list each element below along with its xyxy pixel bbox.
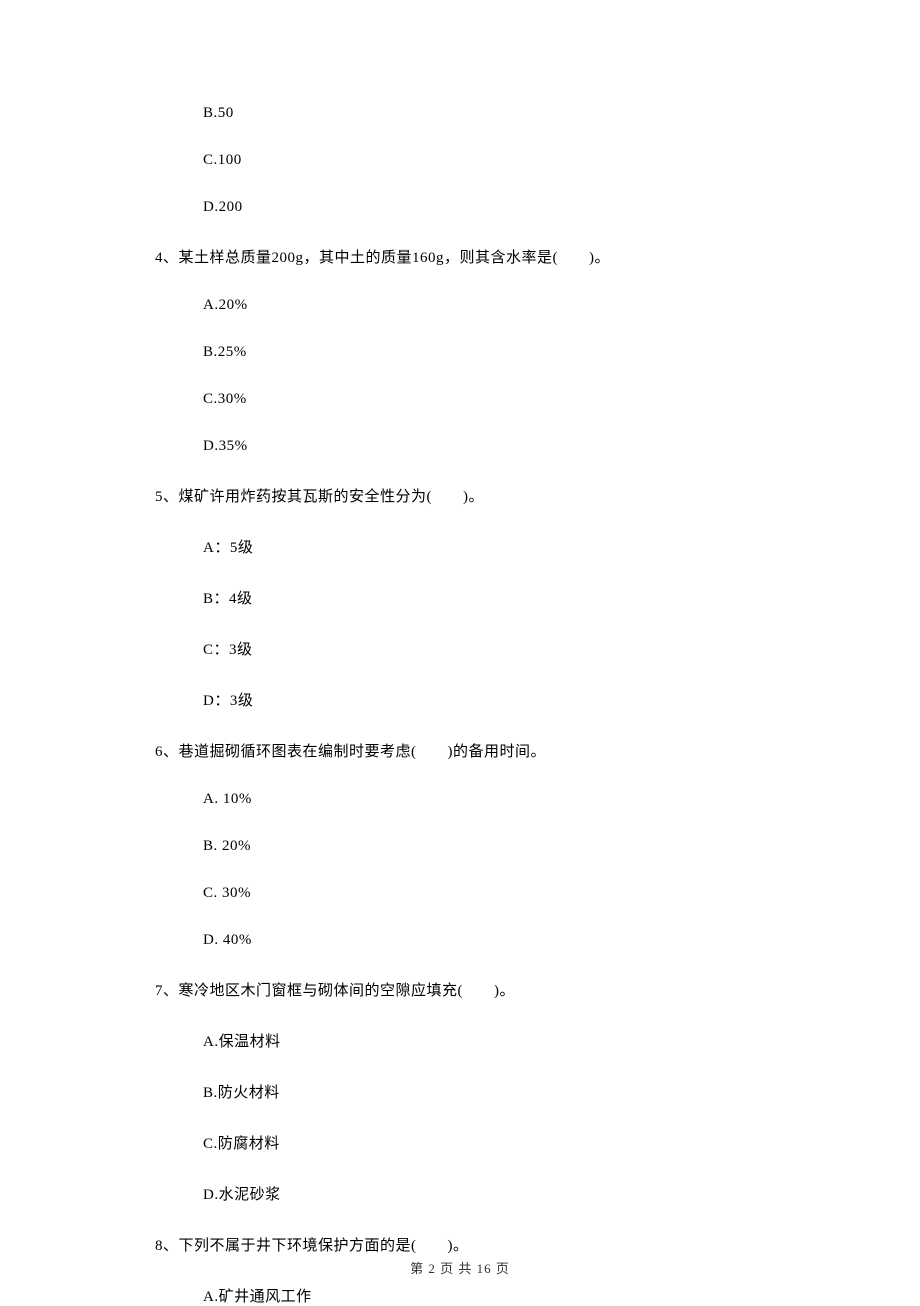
question-text: 某土样总质量200g，其中土的质量160g，则其含水率是( )。 <box>179 250 611 266</box>
page-footer: 第 2 页 共 16 页 <box>0 1258 920 1277</box>
option-item: A.20% <box>203 297 810 314</box>
option-item: B.防火材料 <box>203 1081 810 1102</box>
option-item: D.35% <box>203 438 810 455</box>
option-item: B.50 <box>203 105 810 122</box>
option-item: D. 40% <box>203 932 810 949</box>
question-number: 4、 <box>155 250 179 266</box>
option-item: D.水泥砂浆 <box>203 1183 810 1204</box>
question-text: 下列不属于井下环境保护方面的是( )。 <box>179 1238 469 1254</box>
question-text: 煤矿许用炸药按其瓦斯的安全性分为( )。 <box>179 489 485 505</box>
option-item: D：3级 <box>203 689 810 710</box>
question-number: 8、 <box>155 1238 179 1254</box>
question-4: 4、某土样总质量200g，其中土的质量160g，则其含水率是( )。 <box>155 246 810 267</box>
option-item: A. 10% <box>203 791 810 808</box>
option-item: A：5级 <box>203 536 810 557</box>
question-number: 6、 <box>155 744 179 760</box>
question-7: 7、寒冷地区木门窗框与砌体间的空隙应填充( )。 <box>155 979 810 1000</box>
option-item: A.矿井通风工作 <box>203 1285 810 1306</box>
question-number: 5、 <box>155 489 179 505</box>
page-content: B.50 C.100 D.200 4、某土样总质量200g，其中土的质量160g… <box>0 105 920 1306</box>
option-item: C：3级 <box>203 638 810 659</box>
option-item: C.防腐材料 <box>203 1132 810 1153</box>
question-text: 巷道掘砌循环图表在编制时要考虑( )的备用时间。 <box>179 744 547 760</box>
option-item: B：4级 <box>203 587 810 608</box>
option-item: B. 20% <box>203 838 810 855</box>
option-item: C.100 <box>203 152 810 169</box>
question-number: 7、 <box>155 983 179 999</box>
question-8: 8、下列不属于井下环境保护方面的是( )。 <box>155 1234 810 1255</box>
option-item: C.30% <box>203 391 810 408</box>
option-item: A.保温材料 <box>203 1030 810 1051</box>
question-6: 6、巷道掘砌循环图表在编制时要考虑( )的备用时间。 <box>155 740 810 761</box>
option-item: C. 30% <box>203 885 810 902</box>
question-5: 5、煤矿许用炸药按其瓦斯的安全性分为( )。 <box>155 485 810 506</box>
question-text: 寒冷地区木门窗框与砌体间的空隙应填充( )。 <box>179 983 516 999</box>
option-item: B.25% <box>203 344 810 361</box>
option-item: D.200 <box>203 199 810 216</box>
